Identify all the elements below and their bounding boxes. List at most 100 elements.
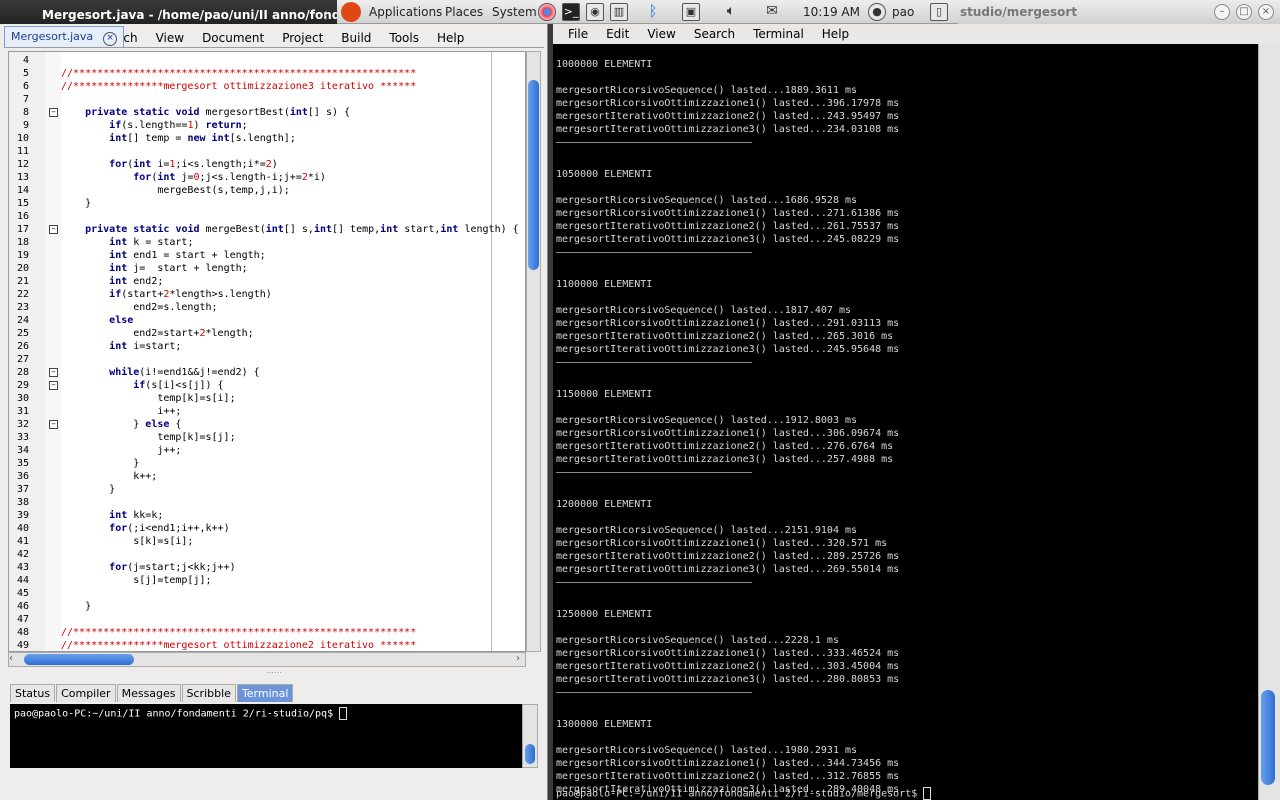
code-line[interactable]: 42	[9, 548, 489, 561]
fold-toggle-icon[interactable]: −	[49, 225, 58, 234]
code-line[interactable]: 13 for(int j=0;j<s.length-i;j+=2*i)	[9, 171, 489, 184]
fold-toggle-icon[interactable]: −	[49, 420, 58, 429]
code-line[interactable]: 9 if(s.length==1) return;	[9, 119, 489, 132]
code-line[interactable]: 35 }	[9, 457, 489, 470]
document-tab[interactable]: Mergesort.java ×	[4, 26, 125, 47]
code-line[interactable]: 17 − private static void mergeBest(int[] …	[9, 223, 519, 236]
code-line[interactable]: 29 − if(s[i]<s[j]) {	[9, 379, 489, 392]
code-line[interactable]: 39 int kk=k;	[9, 509, 489, 522]
message-tab-compiler[interactable]: Compiler	[56, 684, 116, 702]
code-line[interactable]: 4	[9, 54, 489, 67]
close-window-button[interactable]: ×	[1258, 4, 1274, 20]
scroll-left-icon[interactable]: ‹	[9, 653, 13, 664]
output-line: mergesortIterativoOttimizzazione3() last…	[556, 234, 900, 245]
code-line[interactable]: 11	[9, 145, 489, 158]
code-line[interactable]: 19 int end1 = start + length;	[9, 249, 489, 262]
code-line[interactable]: 41 s[k]=s[i];	[9, 535, 489, 548]
output-line: mergesortIterativoOttimizzazione3() last…	[556, 454, 894, 465]
terminal-output[interactable]: 1000000 ELEMENTI mergesortRicorsivoSequen…	[553, 44, 1258, 800]
message-tab-terminal[interactable]: Terminal	[236, 684, 294, 702]
code-line[interactable]: 43 for(j=start;j<kk;j++)	[9, 561, 489, 574]
code-line[interactable]: 5 //*************************************…	[9, 67, 489, 80]
fold-toggle-icon[interactable]: −	[49, 368, 58, 377]
editor-vertical-scroll-thumb[interactable]	[528, 80, 539, 270]
chrome-icon[interactable]	[538, 3, 556, 21]
code-line[interactable]: 38	[9, 496, 489, 509]
volume-icon[interactable]: 🔈︎	[722, 3, 740, 21]
code-line[interactable]: 21 int end2;	[9, 275, 489, 288]
trash-icon[interactable]: ▥	[610, 3, 628, 21]
message-tab-status[interactable]: Status	[10, 684, 56, 702]
message-tab-scribble[interactable]: Scribble	[181, 684, 236, 702]
fold-toggle-icon[interactable]: −	[49, 381, 58, 390]
code-line[interactable]: 22 if(start+2*length>s.length)	[9, 288, 489, 301]
code-line[interactable]: 46 }	[9, 600, 489, 613]
code-line[interactable]: 12 for(int i=1;i<s.length;i*=2)	[9, 158, 489, 171]
camera-icon[interactable]: ◉	[586, 3, 604, 21]
applications-menu[interactable]: Applications	[369, 0, 442, 24]
code-line[interactable]: 26 int i=start;	[9, 340, 489, 353]
code-line[interactable]: 24 else	[9, 314, 489, 327]
code-line[interactable]: 27	[9, 353, 489, 366]
code-line[interactable]: 7	[9, 93, 489, 106]
code-line[interactable]: 28 − while(i!=end1&&j!=end2) {	[9, 366, 489, 379]
maximize-button[interactable]: □	[1236, 4, 1252, 20]
mail-icon[interactable]: ✉	[763, 3, 781, 21]
fold-toggle-icon[interactable]: −	[49, 108, 58, 117]
terminal-menu-file[interactable]: File	[559, 24, 597, 44]
code-editor[interactable]: 4 5//************************************…	[8, 51, 526, 652]
ubuntu-logo-icon[interactable]	[341, 2, 361, 22]
code-line[interactable]: 16	[9, 210, 489, 223]
terminal-menu-search[interactable]: Search	[685, 24, 744, 44]
terminal-menu-help[interactable]: Help	[813, 24, 858, 44]
code-line[interactable]: 37 }	[9, 483, 489, 496]
terminal-menu-view[interactable]: View	[638, 24, 684, 44]
user-name[interactable]: pao	[892, 0, 914, 24]
scroll-right-icon[interactable]: ›	[516, 653, 520, 664]
code-line[interactable]: 18 int k = start;	[9, 236, 489, 249]
terminal-menubar: File Edit View Search Terminal Help	[559, 24, 959, 44]
terminal-icon[interactable]: >_	[562, 3, 580, 21]
close-tab-icon[interactable]: ×	[103, 32, 118, 46]
code-line[interactable]: 14 mergeBest(s,temp,j,i);	[9, 184, 489, 197]
code-line[interactable]: 25 end2=start+2*length;	[9, 327, 489, 340]
system-menu[interactable]: System	[492, 0, 537, 24]
code-line[interactable]: 31 i++;	[9, 405, 489, 418]
code-line[interactable]: 40 for(;i<end1;i++,k++)	[9, 522, 489, 535]
code-line[interactable]: 32 − } else {	[9, 418, 489, 431]
editor-horizontal-scroll-thumb[interactable]	[24, 654, 134, 665]
code-line[interactable]: 20 int j= start + length;	[9, 262, 489, 275]
embedded-terminal[interactable]: pao@paolo-PC:~/uni/II anno/fondamenti 2/…	[10, 704, 522, 768]
terminal-scrollbar[interactable]	[1258, 44, 1280, 800]
user-icon[interactable]: ●	[868, 3, 886, 21]
terminal-scroll-thumb[interactable]	[1261, 690, 1275, 785]
message-tab-messages[interactable]: Messages	[116, 684, 181, 702]
code-line[interactable]: 6 //***************mergesort ottimizzazio…	[9, 80, 489, 93]
code-line[interactable]: 33 temp[k]=s[j];	[9, 431, 489, 444]
code-line[interactable]: 30 temp[k]=s[i];	[9, 392, 489, 405]
code-line[interactable]: 15 }	[9, 197, 489, 210]
code-line[interactable]: 36 k++;	[9, 470, 489, 483]
code-line[interactable]: 44 s[j]=temp[j];	[9, 574, 489, 587]
terminal-menu-terminal[interactable]: Terminal	[744, 24, 813, 44]
bluetooth-icon[interactable]: ᛒ	[644, 3, 662, 21]
code-line[interactable]: 23 end2=s.length;	[9, 301, 489, 314]
clock[interactable]: 10:19 AM	[803, 0, 860, 24]
code-line[interactable]: 47	[9, 613, 489, 626]
terminal-window-title[interactable]: studio/mergesort	[958, 0, 1280, 24]
code-line[interactable]: 49 //***************mergesort ottimizzazi…	[9, 639, 489, 651]
minimize-button[interactable]: –	[1214, 4, 1230, 20]
code-line[interactable]: 8 − private static void mergesortBest(int…	[9, 106, 489, 119]
window-list-icon[interactable]: ▯	[930, 3, 948, 21]
embedded-terminal-scroll-thumb[interactable]	[525, 744, 535, 764]
code-line[interactable]: 10 int[] temp = new int[s.length];	[9, 132, 489, 145]
terminal-menu-edit[interactable]: Edit	[597, 24, 638, 44]
code-line[interactable]: 45	[9, 587, 489, 600]
output-line: mergesortIterativoOttimizzazione3() last…	[556, 344, 900, 355]
places-menu[interactable]: Places	[445, 0, 483, 24]
code-line[interactable]: 34 j++;	[9, 444, 489, 457]
network-icon[interactable]: ▣	[682, 3, 700, 21]
pane-splitter-handle[interactable]: ⋯⋯	[262, 669, 286, 677]
code-line[interactable]: 48 //************************************…	[9, 626, 489, 639]
line-number: 37	[16, 484, 29, 495]
